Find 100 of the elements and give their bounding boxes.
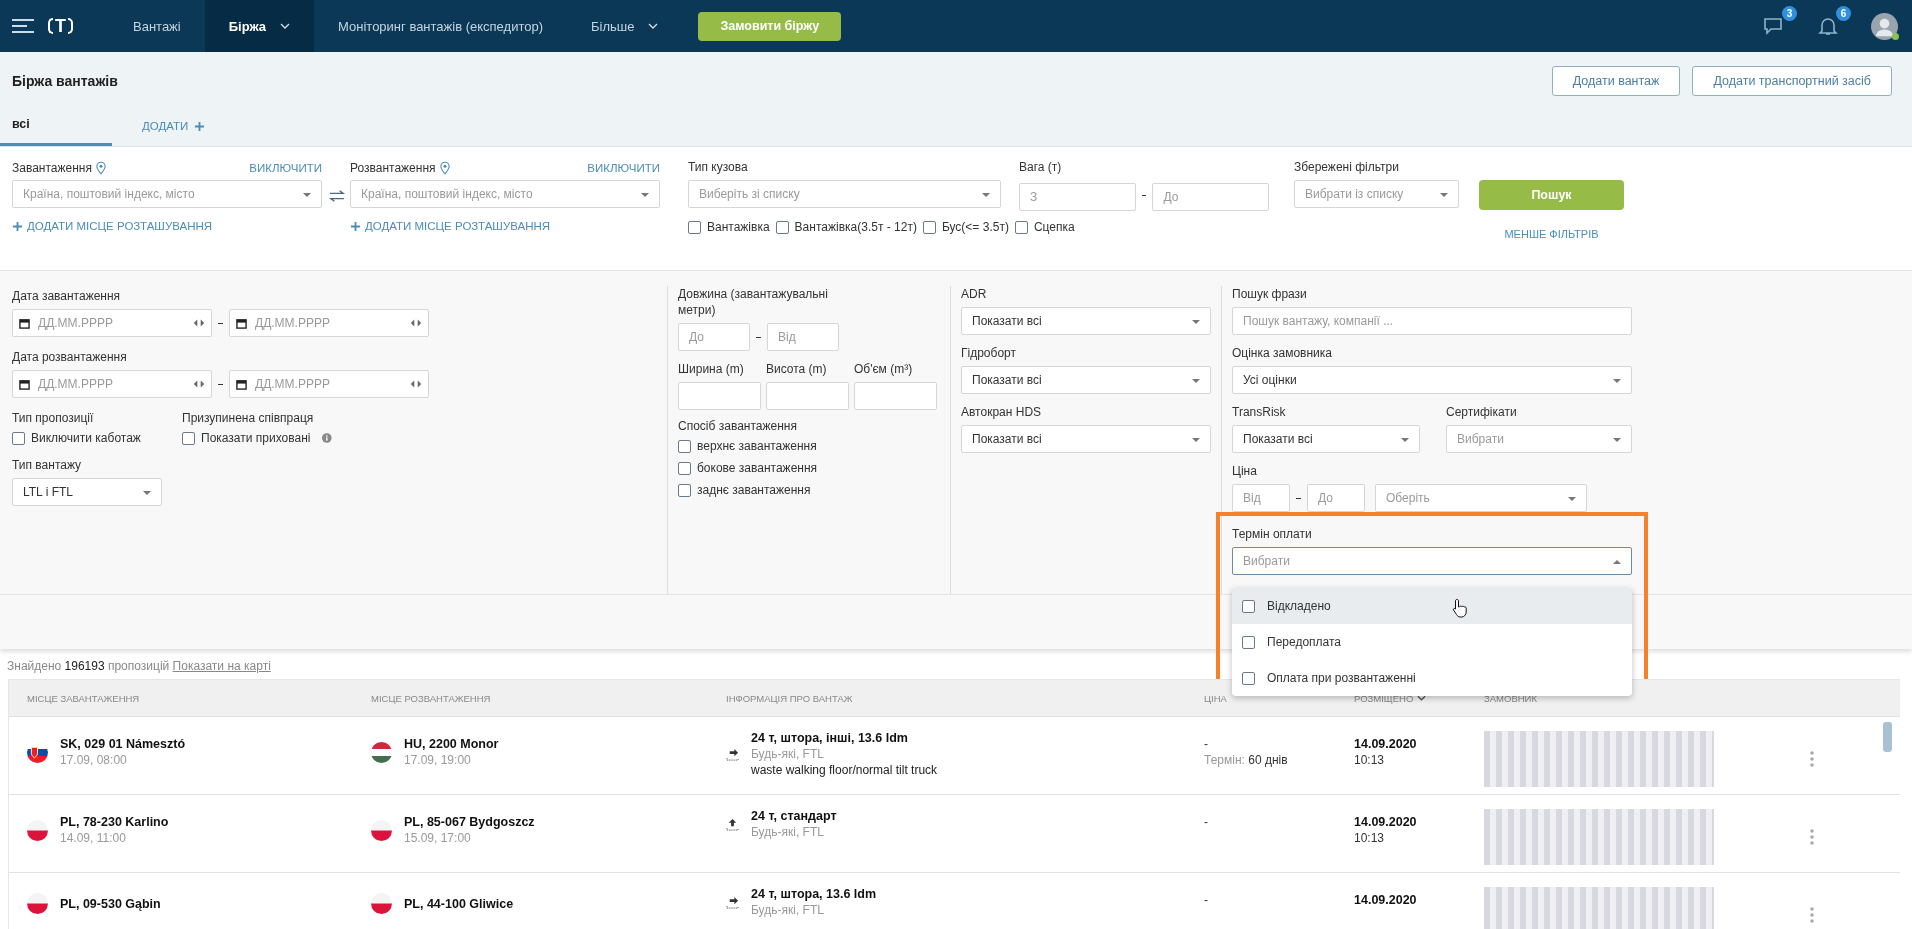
avatar-icon[interactable] — [1871, 12, 1898, 40]
select-field[interactable]: Показати всі — [961, 307, 1211, 335]
cabotage-checkbox[interactable]: Виключити каботаж — [12, 431, 162, 445]
cargo-type-select[interactable]: LTL і FTL — [12, 478, 162, 506]
price-value: - — [1204, 815, 1208, 829]
fewer-filters-link[interactable]: МЕНШЕ ФІЛЬТРІВ — [1504, 228, 1599, 240]
field-label: Розвантаження — [350, 160, 436, 176]
nav-item[interactable]: Більше — [567, 0, 683, 52]
field-label: Термін оплати — [1232, 526, 1313, 542]
certificates-select[interactable]: Вибрати — [1446, 425, 1632, 453]
body-type-checkbox[interactable]: Бус(<= 3.5т) — [922, 220, 1009, 234]
place-time: 15.09, 17:00 — [404, 831, 472, 845]
price-from-field[interactable]: Від — [1232, 484, 1290, 512]
place-name: PL, 09-530 Gąbin — [60, 896, 161, 911]
checkbox-icon[interactable] — [1242, 599, 1255, 613]
saved-filters-select[interactable]: Вибрати із списку — [1294, 180, 1459, 208]
column-header: ІНФОРМАЦІЯ ПРО ВАНТАЖ — [725, 692, 854, 704]
tab[interactable]: всі — [0, 117, 112, 146]
field-label: Тип вантажу — [12, 457, 83, 473]
payment-term-option[interactable]: Передоплата — [1232, 624, 1632, 660]
date-field[interactable]: ДД.ММ.РРРР — [12, 370, 212, 398]
field-label: Збережені фільтри — [1294, 159, 1400, 175]
add-button[interactable]: Додати вантаж — [1551, 66, 1681, 96]
logo[interactable]: T — [48, 15, 73, 37]
place-name: PL, 78-230 Karlino — [60, 815, 169, 829]
field-label: Висота (m) — [766, 361, 828, 377]
transrisk-select[interactable]: Показати всі — [1232, 425, 1420, 453]
field-label: Дата завантаження — [12, 288, 122, 304]
swap-icon[interactable] — [328, 189, 346, 203]
location-field[interactable]: Країна, поштовий індекс, місто — [12, 180, 322, 208]
dimension-field[interactable] — [854, 382, 937, 410]
more-options-icon[interactable] — [1810, 829, 1814, 845]
exclude-link[interactable]: ВИКЛЮЧИТИ — [249, 162, 322, 174]
loading-method-checkbox[interactable]: бокове завантаження — [678, 461, 940, 475]
more-options-icon[interactable] — [1810, 907, 1814, 923]
payment-term-option[interactable]: Відкладено — [1232, 588, 1632, 624]
page-title: Біржа вантажів — [12, 73, 118, 89]
checkbox-icon[interactable] — [1242, 671, 1255, 685]
nav-item[interactable]: Вантажі — [109, 0, 205, 52]
body-type-checkbox[interactable]: Сцепка — [1014, 220, 1075, 234]
field-label: Дата розвантаження — [12, 349, 128, 365]
column-header: МІСЦЕ ЗАВАНТАЖЕННЯ — [26, 692, 141, 704]
exclude-link[interactable]: ВИКЛЮЧИТИ — [587, 162, 660, 174]
chat-icon[interactable] — [1763, 16, 1785, 36]
field-label: Завантаження — [12, 160, 92, 176]
location-pin-icon — [439, 161, 450, 175]
field-label: Тип кузова — [688, 159, 749, 175]
body-type-checkbox[interactable]: Вантажівка — [688, 220, 770, 234]
nav-item[interactable]: Біржа — [204, 0, 315, 52]
add-tab-link[interactable]: ДОДАТИ — [112, 120, 206, 146]
cargo-type: Будь-які, FTL — [751, 825, 825, 839]
count-badge: 6 — [1836, 6, 1851, 21]
place-name: PL, 85-067 Bydgoszcz — [404, 815, 535, 829]
rating-select[interactable]: Усі оцінки — [1232, 366, 1632, 394]
search-button[interactable]: Пошук — [1479, 180, 1624, 210]
body-type-select[interactable]: Виберіть зі списку — [688, 180, 1001, 208]
payment-term-select[interactable]: Вибрати — [1232, 547, 1632, 575]
checkbox-icon[interactable] — [1242, 635, 1255, 649]
loading-method-checkbox[interactable]: заднє завантаження — [678, 483, 940, 497]
nav-item[interactable]: Моніторинг вантажів (експедитор) — [314, 0, 567, 52]
dimension-field[interactable] — [766, 382, 849, 410]
length-to-field[interactable]: Від — [767, 323, 839, 351]
show-on-map-link[interactable]: Показати на карті — [172, 659, 271, 673]
location-field[interactable]: Країна, поштовий індекс, місто — [350, 180, 660, 208]
currency-select[interactable]: Оберіть — [1375, 484, 1587, 512]
price-to-field[interactable]: До — [1307, 484, 1365, 512]
calendar-icon — [236, 378, 247, 390]
add-location-link[interactable]: ДОДАТИ МІСЦЕ РОЗТАШУВАННЯ — [12, 220, 322, 232]
field-label: Ціна — [1232, 463, 1258, 479]
calendar-icon — [19, 317, 30, 329]
location-pin-icon — [95, 161, 106, 175]
count-badge: 3 — [1782, 6, 1797, 21]
more-options-icon[interactable] — [1810, 751, 1814, 767]
sort-caret-icon[interactable] — [1417, 695, 1427, 701]
select-field[interactable]: Показати всі — [961, 425, 1211, 453]
weight-to-field[interactable]: До — [1152, 183, 1269, 211]
date-field[interactable]: ДД.ММ.РРРР — [12, 309, 212, 337]
add-button[interactable]: Додати транспортний засіб — [1692, 66, 1892, 96]
length-from-field[interactable]: До — [678, 323, 750, 351]
weight-from-field[interactable]: З — [1019, 183, 1136, 211]
date-field[interactable]: ДД.ММ.РРРР — [229, 370, 429, 398]
plus-icon — [350, 220, 361, 232]
order-button[interactable]: Замовити біржу — [698, 11, 842, 41]
loading-method-checkbox[interactable]: верхнє завантаження — [678, 439, 940, 453]
phrase-search-field[interactable]: Пошук вантажу, компанії ... — [1232, 307, 1632, 335]
select-field[interactable]: Показати всі — [961, 366, 1211, 394]
posted-date: 14.09.2020 — [1354, 737, 1417, 751]
add-location-link[interactable]: ДОДАТИ МІСЦЕ РОЗТАШУВАННЯ — [350, 220, 660, 232]
menu-icon[interactable] — [12, 18, 34, 34]
dimension-field[interactable] — [678, 382, 761, 410]
hidden-checkbox[interactable]: Показати приховані — [182, 431, 311, 445]
cargo-title: 24 т, штора, інші, 13.6 ldm — [751, 731, 909, 745]
date-field[interactable]: ДД.ММ.РРРР — [229, 309, 429, 337]
place-time: 17.09, 08:00 — [60, 753, 128, 767]
body-type-checkbox[interactable]: Вантажівка(3.5т - 12т) — [775, 220, 917, 234]
info-icon[interactable] — [322, 432, 332, 444]
field-label: Гідроборт — [961, 345, 1017, 361]
bell-icon[interactable] — [1817, 16, 1839, 36]
scrollbar[interactable] — [1883, 722, 1892, 752]
price-value: - — [1204, 893, 1208, 907]
